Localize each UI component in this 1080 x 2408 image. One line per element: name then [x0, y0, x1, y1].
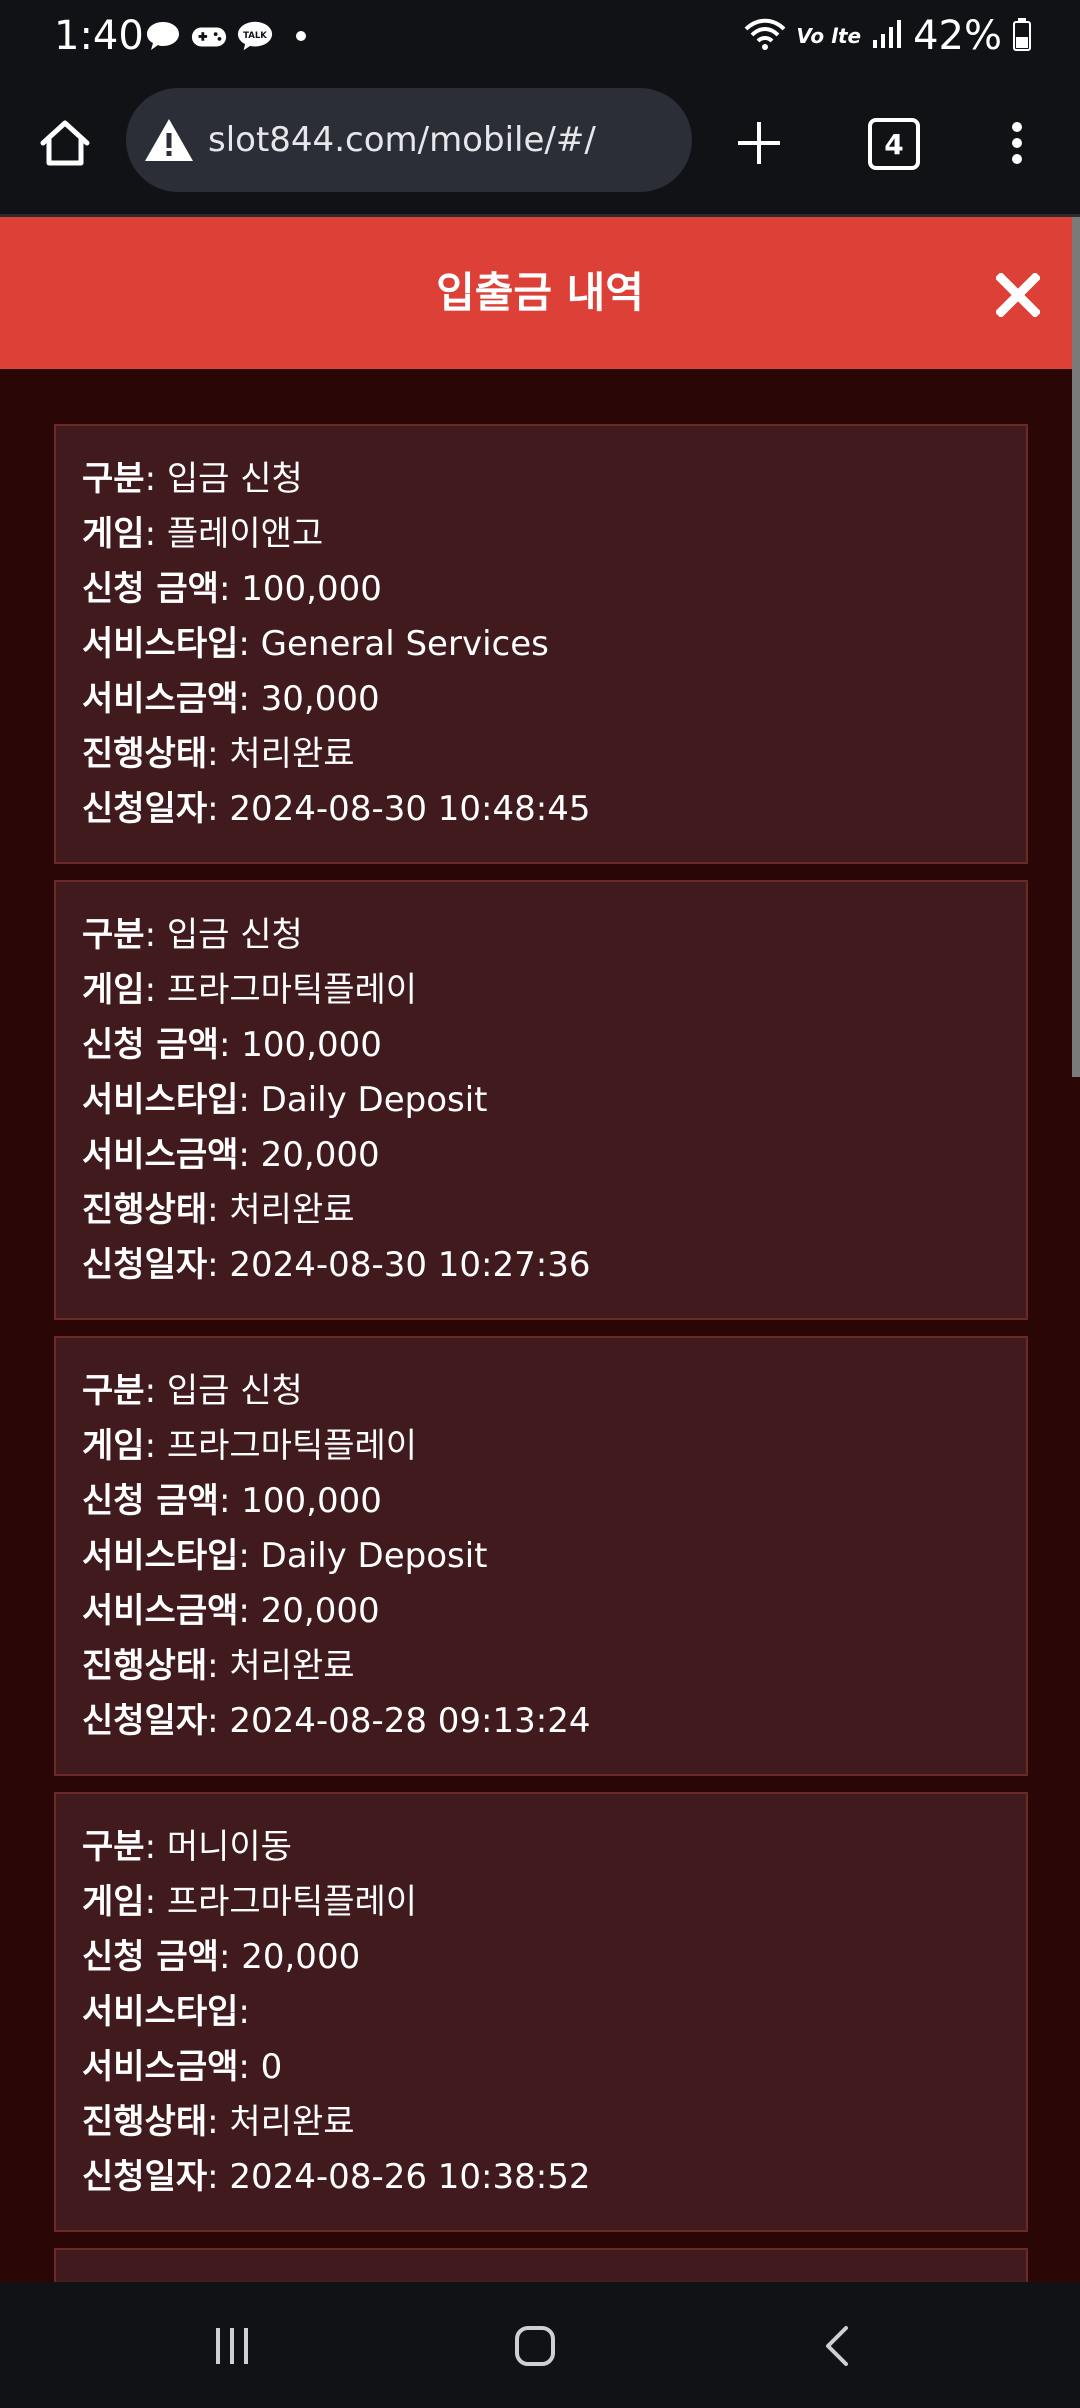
row-status: 진행상태: 처리완료 [82, 734, 355, 774]
modal-header: 입출금 내역 [0, 217, 1080, 369]
close-button[interactable] [990, 267, 1046, 323]
row-service-amount: 서비스금액: 20,000 [82, 1591, 380, 1631]
row-status: 진행상태: 처리완료 [82, 1190, 355, 1230]
row-amount: 신청 금액: 100,000 [82, 1025, 382, 1065]
row-date: 신청일자: 2024-08-30 10:27:36 [82, 1245, 591, 1285]
game-controller-icon [190, 19, 228, 53]
signal-icon [871, 18, 903, 54]
row-service-type: 서비스타입: General Services [82, 624, 549, 664]
transaction-list: 구분: 입금 신청 게임: 플레이앤고 신청 금액: 100,000 서비스타입… [54, 424, 1028, 2308]
more-notifications-dot [296, 31, 306, 41]
back-button[interactable] [798, 2306, 878, 2386]
row-status: 진행상태: 처리완료 [82, 2102, 355, 2142]
wifi-icon [744, 17, 786, 55]
browser-toolbar: slot844.com/mobile/#/ 4 [0, 72, 1080, 217]
home-nav-button[interactable] [495, 2306, 575, 2386]
status-bar: 1:40 TALK Vo lte 42% [0, 0, 1080, 72]
system-status-icons: Vo lte 42% [744, 12, 1032, 60]
network-label: Vo lte [796, 24, 862, 48]
home-icon [40, 120, 90, 166]
battery-icon [1012, 17, 1032, 55]
new-tab-button[interactable] [724, 108, 794, 178]
kakaotalk-icon: TALK [236, 19, 274, 53]
row-type: 구분: 입금 신청 [82, 459, 303, 499]
close-icon [996, 273, 1040, 317]
more-vert-icon [1012, 122, 1022, 164]
row-service-amount: 서비스금액: 30,000 [82, 679, 380, 719]
chat-bubble-icon [144, 19, 182, 53]
warning-icon [145, 119, 193, 161]
svg-text:TALK: TALK [243, 31, 267, 41]
row-service-amount: 서비스금액: 20,000 [82, 1135, 380, 1175]
row-service-type: 서비스타입: Daily Deposit [82, 1080, 488, 1120]
address-bar[interactable]: slot844.com/mobile/#/ [126, 88, 692, 192]
status-time: 1:40 [54, 13, 144, 59]
row-status: 진행상태: 처리완료 [82, 1646, 355, 1686]
home-button[interactable] [30, 108, 100, 178]
plus-icon [738, 122, 780, 164]
row-amount: 신청 금액: 100,000 [82, 569, 382, 609]
row-game: 게임: 프라그마틱플레이 [82, 970, 418, 1010]
row-game: 게임: 프라그마틱플레이 [82, 1882, 418, 1922]
modal-title: 입출금 내역 [436, 268, 644, 317]
row-service-amount: 서비스금액: 0 [82, 2047, 283, 2087]
browser-menu-button[interactable] [992, 108, 1042, 178]
transaction-card: 구분: 입금 신청 게임: 플레이앤고 신청 금액: 100,000 서비스타입… [54, 424, 1028, 864]
row-service-type: 서비스타입: Daily Deposit [82, 1536, 488, 1576]
row-service-type: 서비스타입: [82, 1992, 250, 2032]
recents-button[interactable] [192, 2306, 272, 2386]
row-date: 신청일자: 2024-08-30 10:48:45 [82, 789, 591, 829]
transaction-card: 구분: 머니이동 게임: 프라그마틱플레이 신청 금액: 20,000 서비스타… [54, 1792, 1028, 2232]
url-text: slot844.com/mobile/#/ [208, 120, 596, 160]
row-type: 구분: 입금 신청 [82, 915, 303, 955]
system-nav-bar [0, 2282, 1080, 2408]
row-date: 신청일자: 2024-08-28 09:13:24 [82, 1701, 591, 1741]
row-game: 게임: 플레이앤고 [82, 514, 324, 554]
row-type: 구분: 머니이동 [82, 1827, 292, 1867]
row-type: 구분: 입금 신청 [82, 1371, 303, 1411]
home-nav-icon [515, 2326, 555, 2366]
transaction-card: 구분: 입금 신청 게임: 프라그마틱플레이 신청 금액: 100,000 서비… [54, 880, 1028, 1320]
row-game: 게임: 프라그마틱플레이 [82, 1426, 418, 1466]
row-date: 신청일자: 2024-08-26 10:38:52 [82, 2157, 591, 2197]
row-amount: 신청 금액: 100,000 [82, 1481, 382, 1521]
battery-percent: 42% [913, 13, 1002, 59]
scrollbar[interactable] [1072, 217, 1080, 1077]
row-amount: 신청 금액: 20,000 [82, 1937, 361, 1977]
transaction-card: 구분: 입금 신청 게임: 프라그마틱플레이 신청 금액: 100,000 서비… [54, 1336, 1028, 1776]
back-icon [826, 2326, 848, 2366]
recents-icon [216, 2328, 248, 2364]
notification-icons: TALK [144, 16, 306, 56]
tab-switcher-button[interactable]: 4 [868, 118, 920, 170]
phone-screen: 1:40 TALK Vo lte 42% slot844.com/mobile/… [0, 0, 1080, 2408]
